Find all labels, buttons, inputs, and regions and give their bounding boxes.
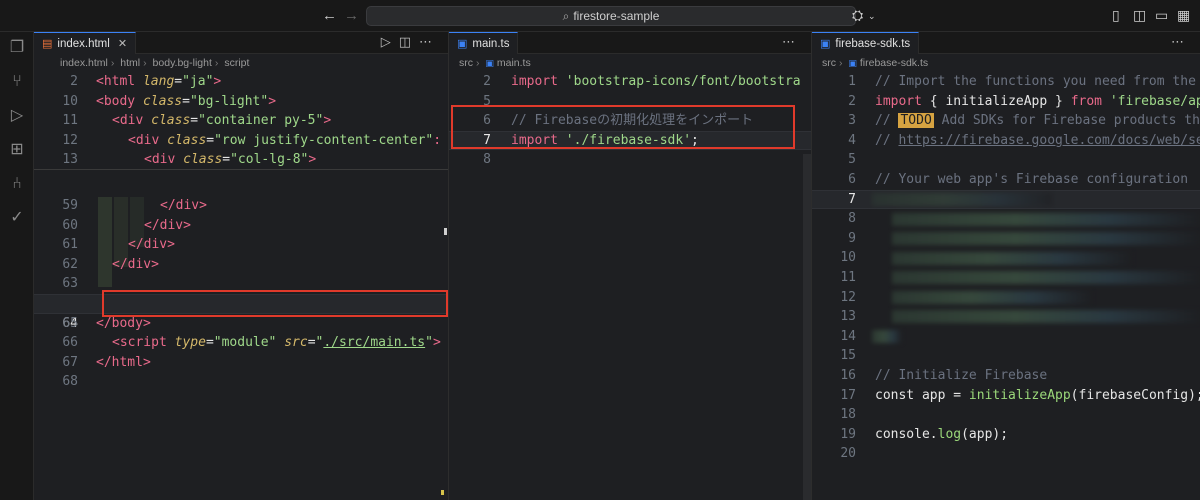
code-line: 66	[62, 335, 78, 351]
toggle-panel-icon[interactable]: ▭	[1155, 7, 1168, 24]
code-line: 4// https://firebase.google.com/docs/web…	[848, 132, 1200, 148]
copilot-icon[interactable]: ⛭	[852, 7, 863, 24]
scroll-marker	[441, 490, 444, 495]
sticky-line[interactable]: 10 <body class="bg-light">	[34, 92, 448, 112]
code-line: 16// Initialize Firebase	[840, 368, 1048, 383]
tab-bar: ▤ index.html ✕ ▷◫⋯	[34, 32, 448, 54]
code-line: 15	[840, 348, 856, 364]
breadcrumb-item[interactable]: main.ts	[497, 57, 531, 69]
source-control-icon[interactable]: ⑂	[7, 72, 27, 92]
code-line: 14	[840, 328, 856, 344]
breadcrumb-item[interactable]: src	[459, 57, 473, 69]
blurred-code	[892, 271, 1200, 284]
breadcrumb: src › ▣ main.ts	[459, 57, 531, 69]
search-icon: ⌕	[562, 9, 570, 23]
code-line: 60 </div>	[62, 217, 191, 233]
editor-actions: ▷◫⋯	[381, 34, 440, 50]
run-icon[interactable]: ▷	[381, 34, 399, 49]
code-line: 62 </div>	[62, 256, 159, 272]
sticky-line[interactable]: 2 <html lang="ja">	[34, 72, 448, 92]
editor-pane-main-ts: ▣ main.ts ⋯ src › ▣ main.ts 2 import 'boots…	[448, 32, 811, 500]
breadcrumb-item[interactable]: src	[822, 57, 836, 69]
testing-icon[interactable]: ✓	[7, 208, 27, 228]
blurred-code	[892, 310, 1200, 323]
code-line: 6// Your web app's Firebase configuratio…	[848, 172, 1189, 187]
breadcrumb-item[interactable]: body.bg-light	[153, 57, 212, 69]
sticky-line[interactable]: 13 <div class="col-lg-8">	[34, 150, 448, 170]
code-line: 2 import 'bootstrap-icons/font/bootstra	[483, 74, 801, 89]
scroll-marker	[444, 228, 447, 235]
arrow-right-icon[interactable]: →	[344, 7, 359, 24]
extensions-icon[interactable]: ⊞	[7, 140, 27, 160]
code-line: 59 </div>	[62, 198, 207, 213]
code-line: 67 </html>	[62, 354, 151, 370]
blurred-code	[892, 291, 1092, 304]
highlight-box	[102, 290, 448, 317]
code-line: 17 const app = initializeApp(firebaseConf…	[840, 387, 1200, 403]
split-editor-icon[interactable]: ◫	[399, 34, 419, 49]
blurred-code	[892, 252, 1132, 265]
chevron-down-icon[interactable]: ⌄	[868, 11, 876, 22]
code-line: 1// Import the functions you need from t…	[848, 74, 1196, 89]
editor-pane-index-html: ▤ index.html ✕ ▷◫⋯ index.html › html › body.…	[34, 32, 448, 500]
activity-bar: ❐ ⑂ ▷ ⊞ ⑃ ✓	[0, 32, 34, 500]
tab-label: index.html	[57, 38, 110, 50]
typescript-file-icon: ▣	[485, 58, 494, 68]
breadcrumb-item[interactable]: firebase-sdk.ts	[860, 57, 928, 69]
tab-main-ts[interactable]: ▣ main.ts	[449, 32, 519, 54]
sticky-line[interactable]: 12 <div class="row justify-content-center…	[34, 131, 448, 151]
tab-bar: ▣ firebase-sdk.ts ⋯	[812, 32, 1200, 54]
layout-panel-icon[interactable]: ◫	[1133, 7, 1146, 24]
breadcrumb-item[interactable]: html	[120, 57, 140, 69]
code-line: 68	[62, 374, 78, 390]
more-actions-icon[interactable]: ⋯	[419, 34, 440, 49]
code-line: 3// TODO Add SDKs for Firebase products …	[848, 113, 1200, 129]
sticky-scroll[interactable]: 2 <html lang="ja"> 10 <body class="bg-ligh…	[34, 72, 448, 170]
more-actions-icon[interactable]: ⋯	[782, 34, 803, 50]
code-line: 19 console.log(app);	[840, 426, 1009, 442]
breadcrumb: src › ▣ firebase-sdk.ts	[822, 57, 929, 69]
blurred-code	[872, 330, 902, 343]
html-file-icon: ▤	[42, 38, 53, 50]
close-icon[interactable]: ✕	[118, 38, 127, 50]
code-line: 5	[848, 152, 856, 168]
code-line: 18	[840, 407, 856, 423]
breadcrumb: index.html › html › body.bg-light › script	[60, 57, 250, 69]
command-center-search[interactable]: ⌕ firestore-sample	[366, 6, 856, 26]
tab-label: firebase-sdk.ts	[835, 38, 911, 50]
arrow-left-icon[interactable]: ←	[322, 7, 337, 24]
breadcrumb-item[interactable]: script	[224, 57, 249, 69]
title-bar: ← → ⌕ firestore-sample ⛭ ⌄ ▯ ◫ ▭ ▦	[0, 0, 1200, 32]
code-line: 2 import { initializeApp } from 'firebase…	[848, 93, 1200, 109]
run-debug-icon[interactable]: ▷	[7, 106, 27, 126]
tab-bar: ▣ main.ts ⋯	[449, 32, 811, 54]
more-actions-icon[interactable]: ⋯	[1171, 34, 1192, 50]
layout-panel-left-icon[interactable]: ▯	[1112, 7, 1120, 24]
blurred-code	[892, 232, 1200, 245]
code-line: 20	[840, 446, 856, 462]
customize-layout-icon[interactable]: ▦	[1177, 7, 1190, 24]
blurred-code	[892, 213, 1200, 226]
scrollbar[interactable]	[803, 154, 811, 500]
explorer-icon[interactable]: ❐	[7, 38, 27, 58]
editor-pane-firebase-sdk-ts: ▣ firebase-sdk.ts ⋯ src › ▣ firebase-sdk.t…	[811, 32, 1200, 500]
sticky-line[interactable]: 11 <div class="container py-5">	[34, 111, 448, 131]
typescript-file-icon: ▣	[820, 38, 831, 50]
workspace-name: firestore-sample	[573, 9, 660, 23]
tab-index-html[interactable]: ▤ index.html ✕	[34, 32, 137, 54]
blurred-code	[872, 193, 1052, 206]
typescript-file-icon: ▣	[457, 38, 468, 50]
highlight-box	[451, 105, 795, 149]
typescript-file-icon: ▣	[848, 58, 857, 68]
code-line: 8	[483, 152, 491, 168]
tab-firebase-sdk-ts[interactable]: ▣ firebase-sdk.ts	[812, 32, 920, 54]
breadcrumb-item[interactable]: index.html	[60, 57, 108, 69]
tab-label: main.ts	[472, 38, 510, 50]
git-graph-icon[interactable]: ⑃	[7, 174, 27, 194]
code-line: 61 </div>	[62, 237, 175, 253]
